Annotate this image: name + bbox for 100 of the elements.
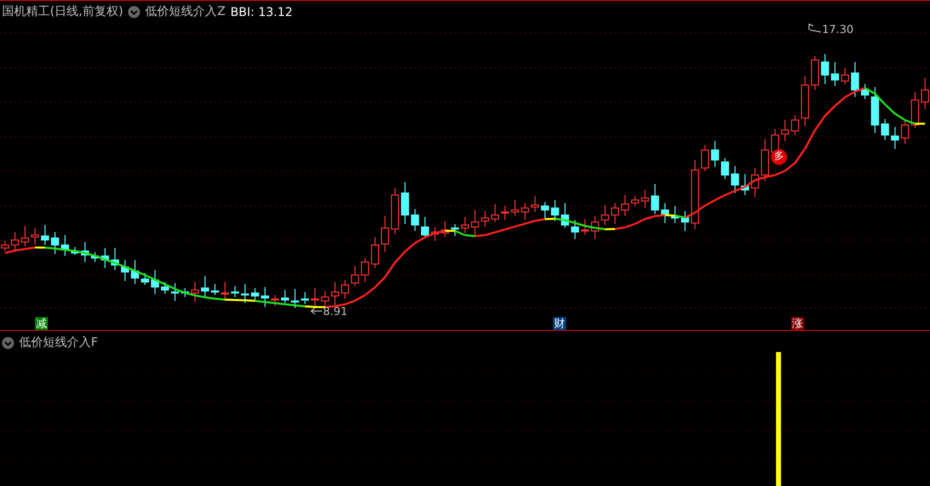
candlestick [711,140,719,168]
candlestick [901,120,909,144]
candlestick [51,232,59,254]
event-marker: 财 [553,317,566,330]
candlestick [551,200,559,222]
event-marker: 减 [35,317,48,330]
candlestick [561,202,569,228]
candlestick [451,224,459,236]
candlestick [481,210,489,228]
candlestick [521,202,529,220]
candlestick [661,202,669,224]
indicator-name: 低价短线介入Z [145,3,226,20]
candlestick [671,206,679,224]
low-price-label: 8.91 [323,305,348,318]
candlestick [11,232,19,252]
candlestick [301,292,309,304]
bbi-reading: BBI: 13.12 [230,4,293,18]
candlestick [331,282,339,306]
candlestick [501,206,509,220]
candlestick [161,282,169,294]
signal-badge: 多 [771,149,787,165]
candlestick [601,204,609,226]
candlestick [1,240,9,252]
candlestick [121,260,129,282]
pointer-arrow [310,308,322,314]
candlestick [371,236,379,268]
candlestick [181,288,189,298]
dropdown-icon[interactable] [2,336,14,348]
candlestick [651,184,659,214]
candlestick [881,118,889,140]
candlestick [41,224,49,246]
candlestick [461,216,469,234]
candlestick [621,194,629,216]
candlestick [81,242,89,262]
candlestick [811,56,819,90]
indicator-name: 低价短线介入F [19,334,98,351]
candlestick [911,92,919,128]
candlestick [581,218,589,236]
candlestick [631,196,639,206]
candlestick [201,276,209,298]
candlestick [221,282,229,302]
candlestick [281,290,289,304]
candlestick [491,204,499,222]
candlestick [411,208,419,232]
candlestick [291,288,299,308]
candlestick [251,288,259,302]
candlestick [381,216,389,252]
pointer-arrow [808,24,822,32]
candlestick [591,216,599,240]
candlestick [401,182,409,224]
candlestick [151,270,159,294]
candlestick [101,248,109,268]
candlestick [341,280,349,300]
high-price-label: 17.30 [822,23,854,36]
candlestick [871,86,879,134]
candlestick [231,286,239,298]
candlestick [61,234,69,256]
candlestick [351,266,359,286]
candlestick [91,252,99,262]
candlestick [681,210,689,232]
dropdown-icon[interactable] [128,6,140,18]
candlestick [851,62,859,98]
candlestick [751,168,759,198]
candlestick [421,216,429,238]
candlestick [831,62,839,86]
candlestick [111,248,119,270]
candlestick [441,220,449,238]
candlestick [541,202,549,220]
candlestick [31,228,39,246]
candlestick [311,288,319,308]
candlestick [21,226,29,246]
candlestick [731,166,739,194]
candlestick [701,144,709,172]
candlestick [611,202,619,224]
candlestick [211,284,219,296]
candlestick [191,282,199,302]
candlestick [801,76,809,126]
candlestick [261,286,269,308]
candlestick [641,190,649,208]
candlestick [171,282,179,302]
candlestick [71,246,79,256]
candlestick [271,294,279,306]
stock-title: 国机精工(日线,前复权) [2,3,124,20]
candlestick [781,120,789,142]
candlestick [321,290,329,306]
candlestick [721,158,729,180]
candlestick [511,200,519,216]
candlestick [141,272,149,286]
candlestick [531,196,539,212]
candlestick [841,68,849,84]
candlestick [431,226,439,242]
candlestick [471,210,479,236]
candlestick [861,84,869,100]
candlestick [921,78,929,110]
candlestick [791,114,799,136]
candlestick [391,188,399,234]
candlestick [821,54,829,84]
candlestick [891,126,899,150]
candlestick [571,220,579,240]
candlestick [131,260,139,284]
